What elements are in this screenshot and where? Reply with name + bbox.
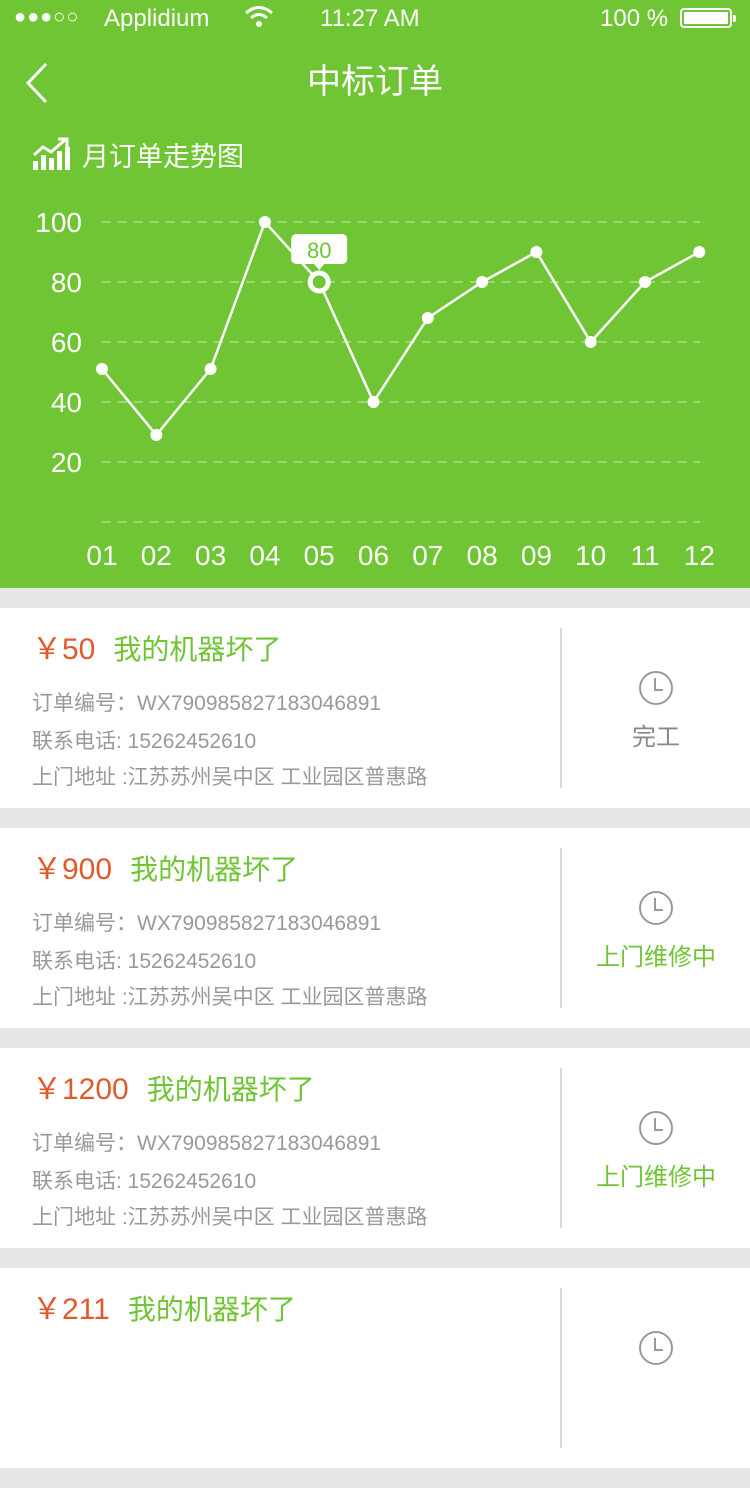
trend-chart-icon bbox=[33, 137, 70, 170]
order-price: ￥1200 bbox=[32, 1073, 129, 1106]
order-headline: ￥50 我的机器坏了 bbox=[32, 630, 281, 670]
carrier-name: Applidium bbox=[104, 5, 210, 32]
x-tick-label: 06 bbox=[358, 540, 389, 571]
data-point bbox=[258, 216, 271, 228]
data-point bbox=[96, 363, 108, 375]
y-tick-label: 40 bbox=[51, 387, 82, 418]
data-point bbox=[367, 396, 380, 408]
service-address: 上门地址 :江苏苏州吴中区 工业园区普惠路 bbox=[32, 766, 428, 789]
y-tick-label: 60 bbox=[51, 327, 82, 358]
order-status: 上门维修中 bbox=[562, 828, 750, 1028]
order-status bbox=[562, 1268, 750, 1468]
battery-percent: 100 % bbox=[600, 5, 669, 32]
order-number: 订单编号：WX79098582718304689​1 bbox=[32, 692, 382, 715]
highlight-point[interactable] bbox=[307, 270, 331, 294]
order-headline: ￥1200 我的机器坏了 bbox=[32, 1070, 315, 1110]
clock-time: 11:27 AM bbox=[320, 5, 420, 32]
status-label: 上门维修中 bbox=[596, 1164, 716, 1191]
clock-icon bbox=[639, 671, 673, 705]
order-title: 我的机器坏了 bbox=[146, 1074, 315, 1105]
x-tick-label: 02 bbox=[141, 540, 172, 571]
order-number: 订单编号：WX79098582718304689​1 bbox=[32, 1132, 382, 1155]
order-card[interactable]: ￥211 我的机器坏了 bbox=[0, 1268, 750, 1468]
data-point bbox=[639, 276, 651, 288]
status-bar: ●●●○○ Applidium 11:27 AM 100 % bbox=[0, 0, 750, 40]
data-point bbox=[584, 336, 597, 348]
series-line bbox=[101, 219, 700, 437]
order-list: ￥50 我的机器坏了 订单编号：WX79098582718304689​1 联系电… bbox=[0, 608, 750, 1488]
order-status: 完工 bbox=[562, 608, 750, 808]
trend-chart: 100 80 60 40 20 01 02 03 04 05 06 07 08 09 10 11 12 80 bbox=[35, 207, 715, 571]
clock-icon bbox=[639, 1331, 673, 1365]
x-tick-label: 09 bbox=[521, 540, 552, 571]
order-status: 上门维修中 bbox=[562, 1048, 750, 1248]
x-tick-label: 08 bbox=[467, 540, 498, 571]
order-price: ￥211 bbox=[32, 1293, 110, 1326]
x-tick-label: 11 bbox=[630, 540, 659, 571]
data-point bbox=[476, 276, 489, 288]
x-tick-label: 05 bbox=[304, 540, 335, 571]
signal-strength: ●●●○○ bbox=[14, 6, 80, 28]
contact-phone: 联系电话: 15262452610 bbox=[32, 730, 257, 753]
contact-phone: 联系电话: 15262452610 bbox=[32, 1170, 257, 1193]
chart-title-text: 月订单走势图 bbox=[82, 141, 244, 172]
tooltip-label: 80 bbox=[307, 238, 331, 263]
order-number: 订单编号：WX79098582718304689​1 bbox=[32, 912, 382, 935]
y-tick-label: 100 bbox=[35, 207, 82, 238]
data-point bbox=[204, 363, 217, 375]
order-card[interactable]: ￥50 我的机器坏了 订单编号：WX79098582718304689​1 联系电… bbox=[0, 608, 750, 808]
order-price: ￥900 bbox=[32, 853, 113, 886]
status-label: 上门维修中 bbox=[596, 944, 716, 971]
value-tooltip: 80 bbox=[291, 234, 348, 270]
x-tick-label: 12 bbox=[684, 540, 715, 571]
contact-phone: 联系电话: 15262452610 bbox=[32, 950, 257, 973]
y-tick-label: 80 bbox=[51, 267, 82, 298]
order-card[interactable]: ￥1200 我的机器坏了 订单编号：WX79098582718304689​1 联… bbox=[0, 1048, 750, 1248]
service-address: 上门地址 :江苏苏州吴中区 工业园区普惠路 bbox=[32, 1206, 428, 1229]
order-title: 我的机器坏了 bbox=[130, 854, 299, 885]
service-address: 上门地址 :江苏苏州吴中区 工业园区普惠路 bbox=[32, 986, 428, 1009]
status-label: 完工 bbox=[632, 724, 680, 751]
x-tick-label: 01 bbox=[86, 540, 117, 571]
x-tick-label: 07 bbox=[412, 540, 443, 571]
order-price: ￥50 bbox=[32, 633, 96, 666]
order-headline: ￥211 我的机器坏了 bbox=[32, 1290, 296, 1330]
battery-icon bbox=[680, 8, 736, 28]
data-point bbox=[693, 246, 706, 258]
order-headline: ￥900 我的机器坏了 bbox=[32, 850, 298, 890]
order-title: 我的机器坏了 bbox=[127, 1294, 296, 1325]
x-tick-label: 04 bbox=[249, 540, 280, 571]
y-tick-label: 20 bbox=[51, 447, 82, 478]
x-tick-label: 10 bbox=[575, 540, 606, 571]
wifi-icon bbox=[244, 4, 274, 37]
clock-icon bbox=[639, 891, 673, 925]
clock-icon bbox=[639, 1111, 673, 1145]
x-tick-label: 03 bbox=[195, 540, 226, 571]
order-card[interactable]: ￥900 我的机器坏了 订单编号：WX79098582718304689​1 联系… bbox=[0, 828, 750, 1028]
data-point bbox=[530, 246, 543, 258]
order-title: 我的机器坏了 bbox=[113, 634, 282, 665]
data-point bbox=[150, 429, 163, 441]
header: ●●●○○ Applidium 11:27 AM 100 % 中标订单 月订单走… bbox=[0, 0, 750, 588]
page-title: 中标订单 bbox=[307, 63, 443, 101]
chart-title: 月订单走势图 bbox=[32, 136, 244, 172]
data-point bbox=[421, 312, 434, 324]
